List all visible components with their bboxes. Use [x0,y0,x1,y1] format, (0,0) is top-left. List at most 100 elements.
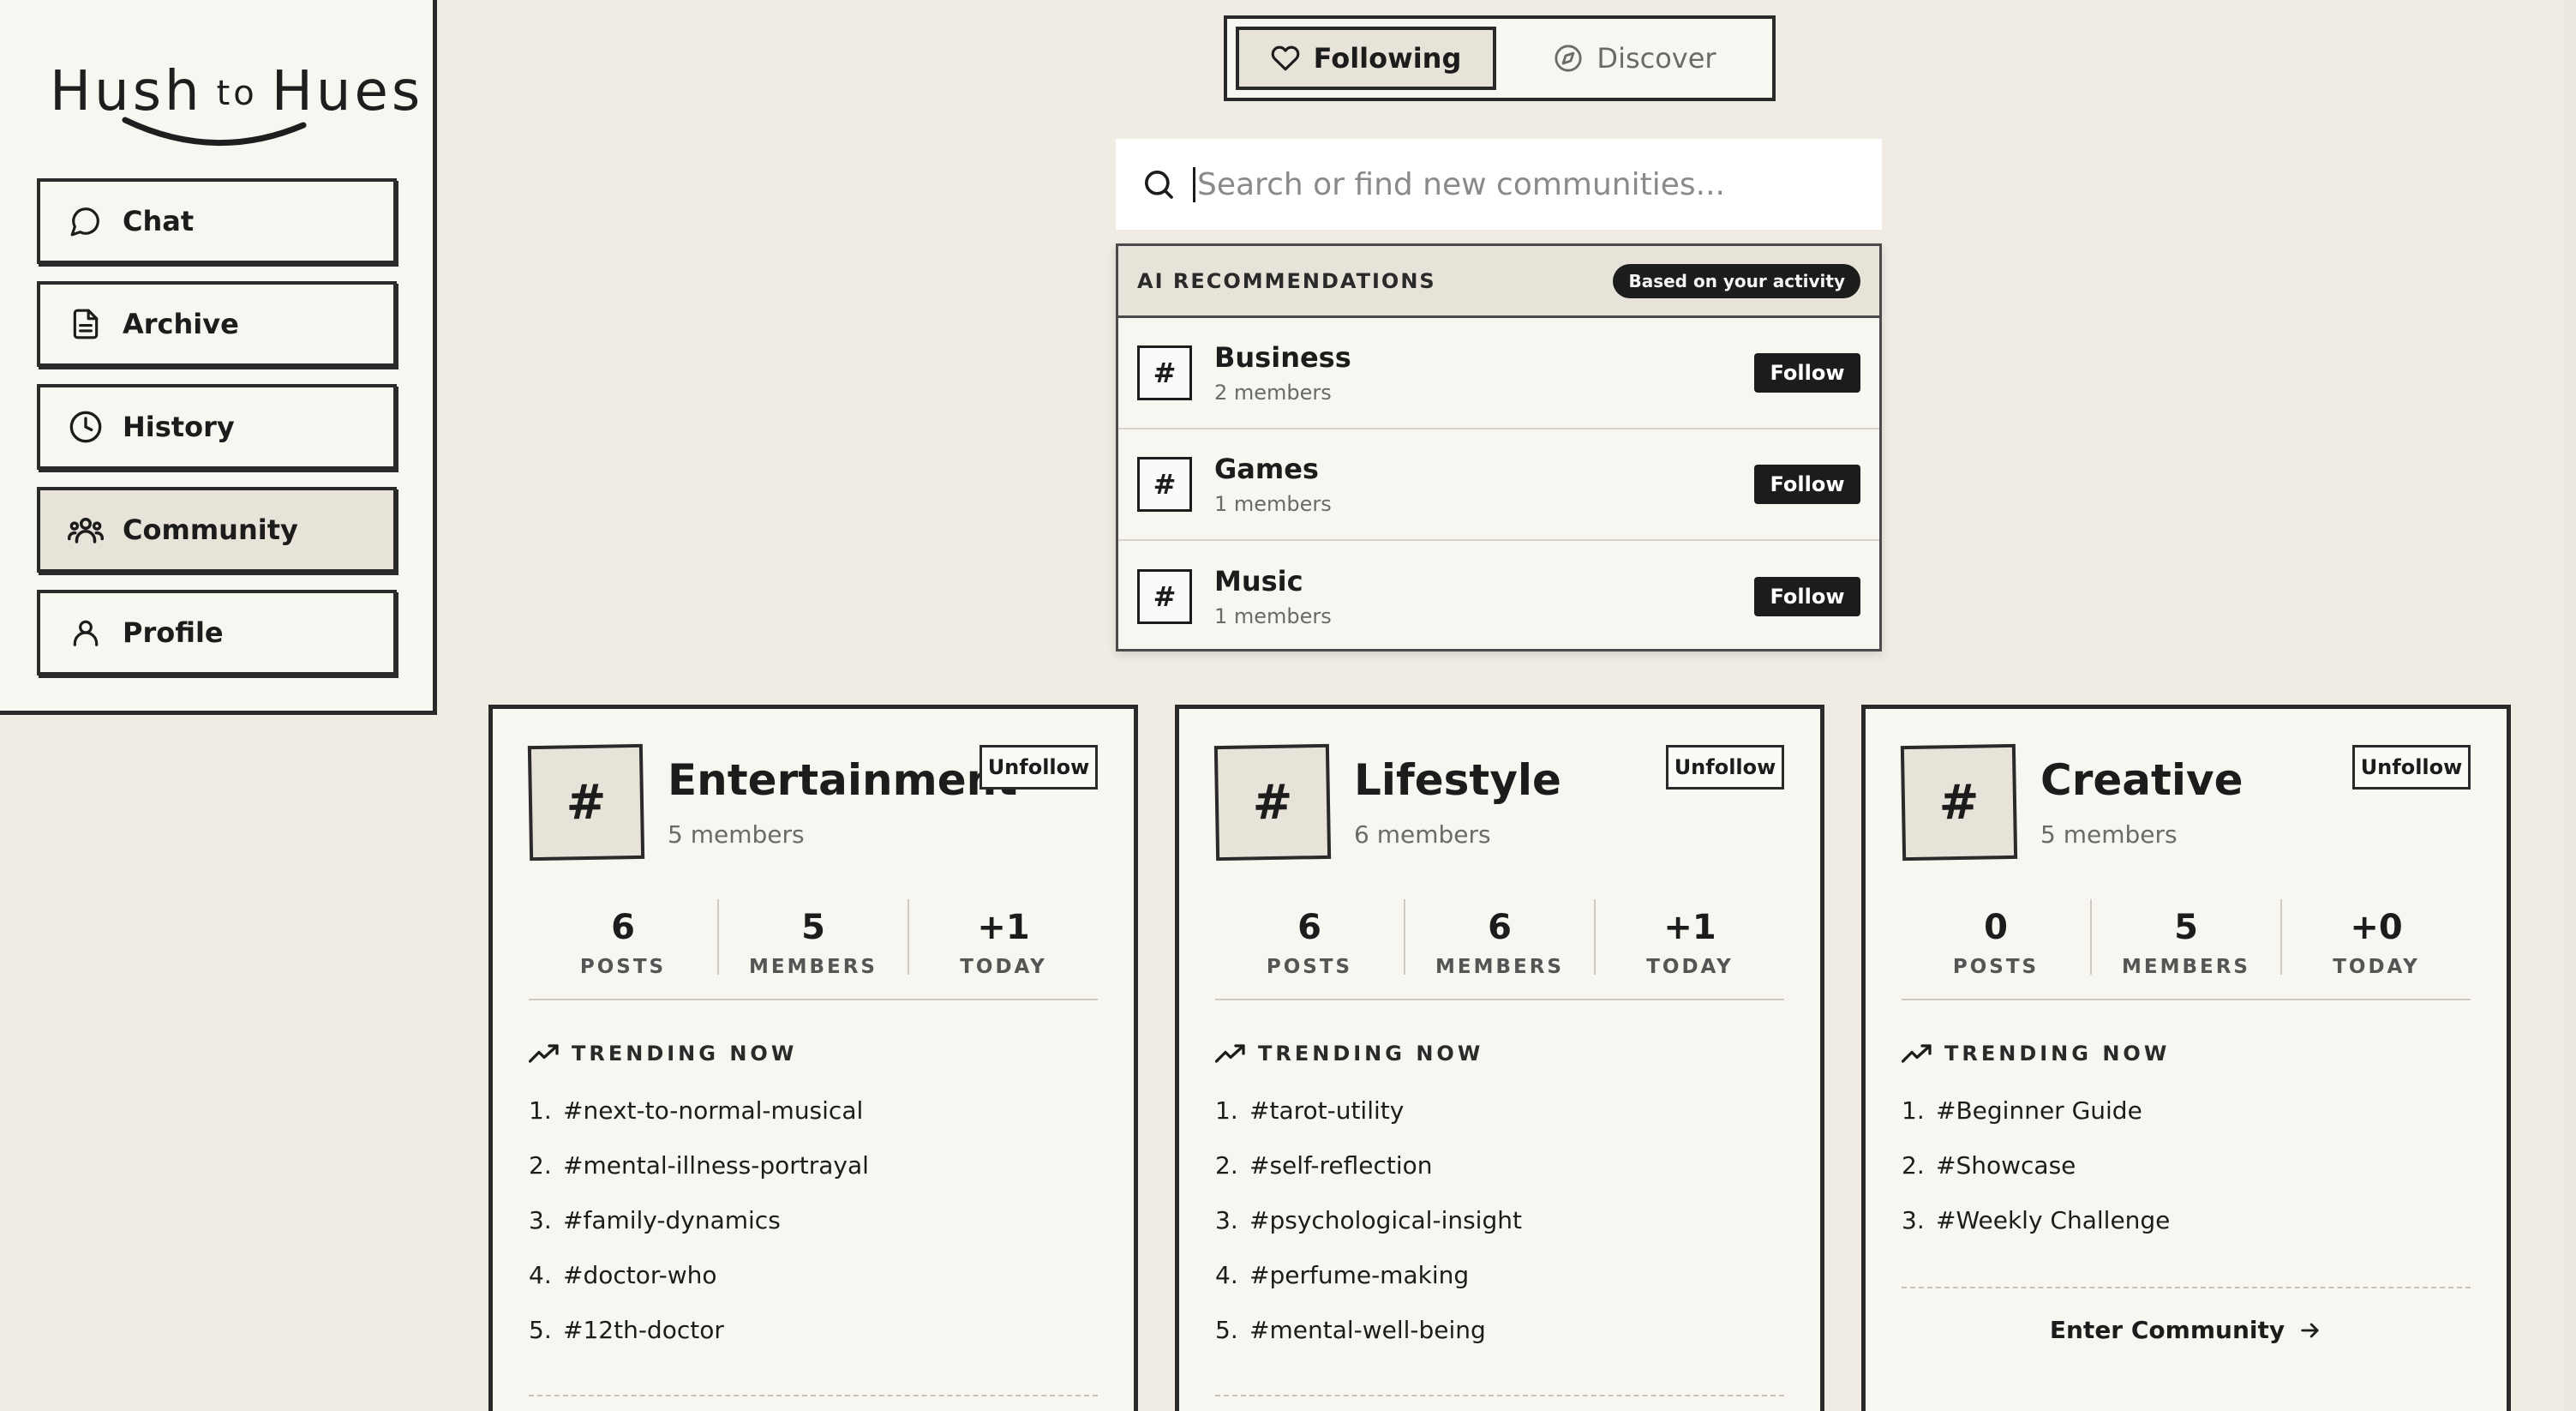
trending-up-icon [1215,1042,1246,1065]
recommendation-name: Business [1214,341,1351,374]
posts-label: POSTS [1266,956,1353,978]
community-members: 5 members [2040,820,2178,849]
logo-smile-icon [122,117,307,147]
trending-tag[interactable]: 4. #perfume-making [1215,1247,1784,1302]
tag-text: #mental-illness-portrayal [563,1150,869,1180]
follow-button[interactable]: Follow [1754,577,1860,616]
tag-index: 3. [1215,1205,1238,1234]
follow-button[interactable]: Follow [1754,465,1860,504]
compass-icon [1554,44,1583,73]
hash-icon: # [1900,743,2018,862]
trending-label: TRENDING NOW [1258,1042,1484,1066]
tab-discover-label: Discover [1597,42,1716,75]
tag-text: #Beginner Guide [1936,1096,2142,1125]
heart-icon [1271,44,1300,73]
tag-text: #mental-well-being [1249,1315,1486,1344]
trending-tag[interactable]: 5. #mental-well-being [1215,1302,1784,1357]
tag-index: 1. [529,1096,552,1125]
sidebar-item-archive[interactable]: Archive [37,281,397,367]
recommendation-item[interactable]: # Music 1 members Follow [1118,541,1879,652]
trending-tag[interactable]: 2. #mental-illness-portrayal [529,1138,1098,1192]
hash-icon: # [1137,345,1192,400]
trending-tag[interactable]: 1. #next-to-normal-musical [529,1083,1098,1138]
tag-index: 4. [1215,1260,1238,1289]
community-card-entertainment[interactable]: # Entertainment 5 members Unfollow 6 POST… [488,705,1138,1411]
sidebar-item-chat[interactable]: Chat [37,178,397,264]
search-input[interactable] [1193,166,1861,202]
tab-following[interactable]: Following [1236,27,1496,90]
sidebar-item-label: Community [123,513,298,546]
trending-header: TRENDING NOW [529,1042,797,1066]
sidebar-item-label: Archive [123,308,239,340]
tag-text: #self-reflection [1249,1150,1433,1180]
trending-label: TRENDING NOW [572,1042,798,1066]
logo-word-to: to [216,74,258,113]
tag-index: 4. [529,1260,552,1289]
tag-text: #next-to-normal-musical [563,1096,864,1125]
recommendation-item[interactable]: # Games 1 members Follow [1118,429,1879,541]
trending-tag[interactable]: 5. #12th-doctor [529,1302,1098,1357]
recommendation-item[interactable]: # Business 2 members Follow [1118,318,1879,429]
trending-tag[interactable]: 2. #Showcase [1902,1138,2471,1192]
trending-list: 1. #next-to-normal-musical 2. #mental-illn… [529,1083,1098,1357]
tab-discover[interactable]: Discover [1507,27,1764,90]
today-count: +0 [2350,908,2403,947]
sidebar-item-profile[interactable]: Profile [37,590,397,675]
community-members: 5 members [668,820,805,849]
today-label: TODAY [1646,956,1734,978]
unfollow-button[interactable]: Unfollow [1666,745,1784,790]
community-stats: 6 POSTS 5 MEMBERS +1 TODAY [529,899,1098,1000]
trending-tag[interactable]: 1. #Beginner Guide [1902,1083,2471,1138]
tag-index: 2. [1902,1150,1925,1180]
tag-text: #doctor-who [563,1260,717,1289]
card-divider [1215,1395,1784,1396]
tag-index: 3. [1902,1205,1925,1234]
trending-tag[interactable]: 3. #family-dynamics [529,1192,1098,1247]
page-scrollbar[interactable] [2564,0,2576,1411]
trending-tag[interactable]: 3. #Weekly Challenge [1902,1192,2471,1247]
tag-index: 5. [529,1315,552,1344]
community-card-creative[interactable]: # Creative 5 members Unfollow 0 POSTS 5 ME… [1861,705,2511,1411]
recommendation-members: 2 members [1214,381,1332,405]
today-count: +1 [1663,908,1716,947]
community-card-lifestyle[interactable]: # Lifestyle 6 members Unfollow 6 POSTS 6 M… [1175,705,1824,1411]
tag-text: #tarot-utility [1249,1096,1405,1125]
search-icon [1141,167,1176,201]
sidebar-item-community[interactable]: Community [37,487,397,573]
recommendation-name: Music [1214,565,1303,597]
recommendation-name: Games [1214,453,1319,485]
recommendations-header: AI RECOMMENDATIONS Based on your activit… [1118,246,1879,318]
hash-icon: # [1137,457,1192,512]
search-bar [1116,139,1882,230]
user-icon [66,613,105,652]
today-count: +1 [977,908,1030,947]
recommendations-title: AI RECOMMENDATIONS [1137,268,1436,293]
trending-header: TRENDING NOW [1215,1042,1483,1066]
today-label: TODAY [2333,956,2420,978]
community-name: Entertainment [668,755,1018,805]
trending-list: 1. #Beginner Guide 2. #Showcase 3. #Weekly … [1902,1083,2471,1247]
trending-up-icon [1902,1042,1932,1065]
tab-following-label: Following [1313,42,1462,75]
sidebar-item-history[interactable]: History [37,384,397,470]
unfollow-button[interactable]: Unfollow [979,745,1098,790]
trending-tag[interactable]: 1. #tarot-utility [1215,1083,1784,1138]
members-label: MEMBERS [748,956,878,978]
community-stats: 6 POSTS 6 MEMBERS +1 TODAY [1215,899,1784,1000]
tag-text: #family-dynamics [563,1205,781,1234]
trending-tag[interactable]: 4. #doctor-who [529,1247,1098,1302]
trending-tag[interactable]: 3. #psychological-insight [1215,1192,1784,1247]
trending-tag[interactable]: 2. #self-reflection [1215,1138,1784,1192]
unfollow-button[interactable]: Unfollow [2352,745,2471,790]
tag-index: 1. [1902,1096,1925,1125]
tag-index: 5. [1215,1315,1238,1344]
trending-header: TRENDING NOW [1902,1042,2170,1066]
follow-button[interactable]: Follow [1754,353,1860,393]
trending-label: TRENDING NOW [1944,1042,2171,1066]
members-count: 6 [1488,908,1512,947]
tag-text: #12th-doctor [563,1315,724,1344]
enter-community-label: Enter Community [2049,1316,2285,1344]
sidebar-item-label: Chat [123,205,195,237]
hash-icon: # [1213,743,1332,862]
enter-community-button[interactable]: Enter Community [1866,1316,2507,1344]
